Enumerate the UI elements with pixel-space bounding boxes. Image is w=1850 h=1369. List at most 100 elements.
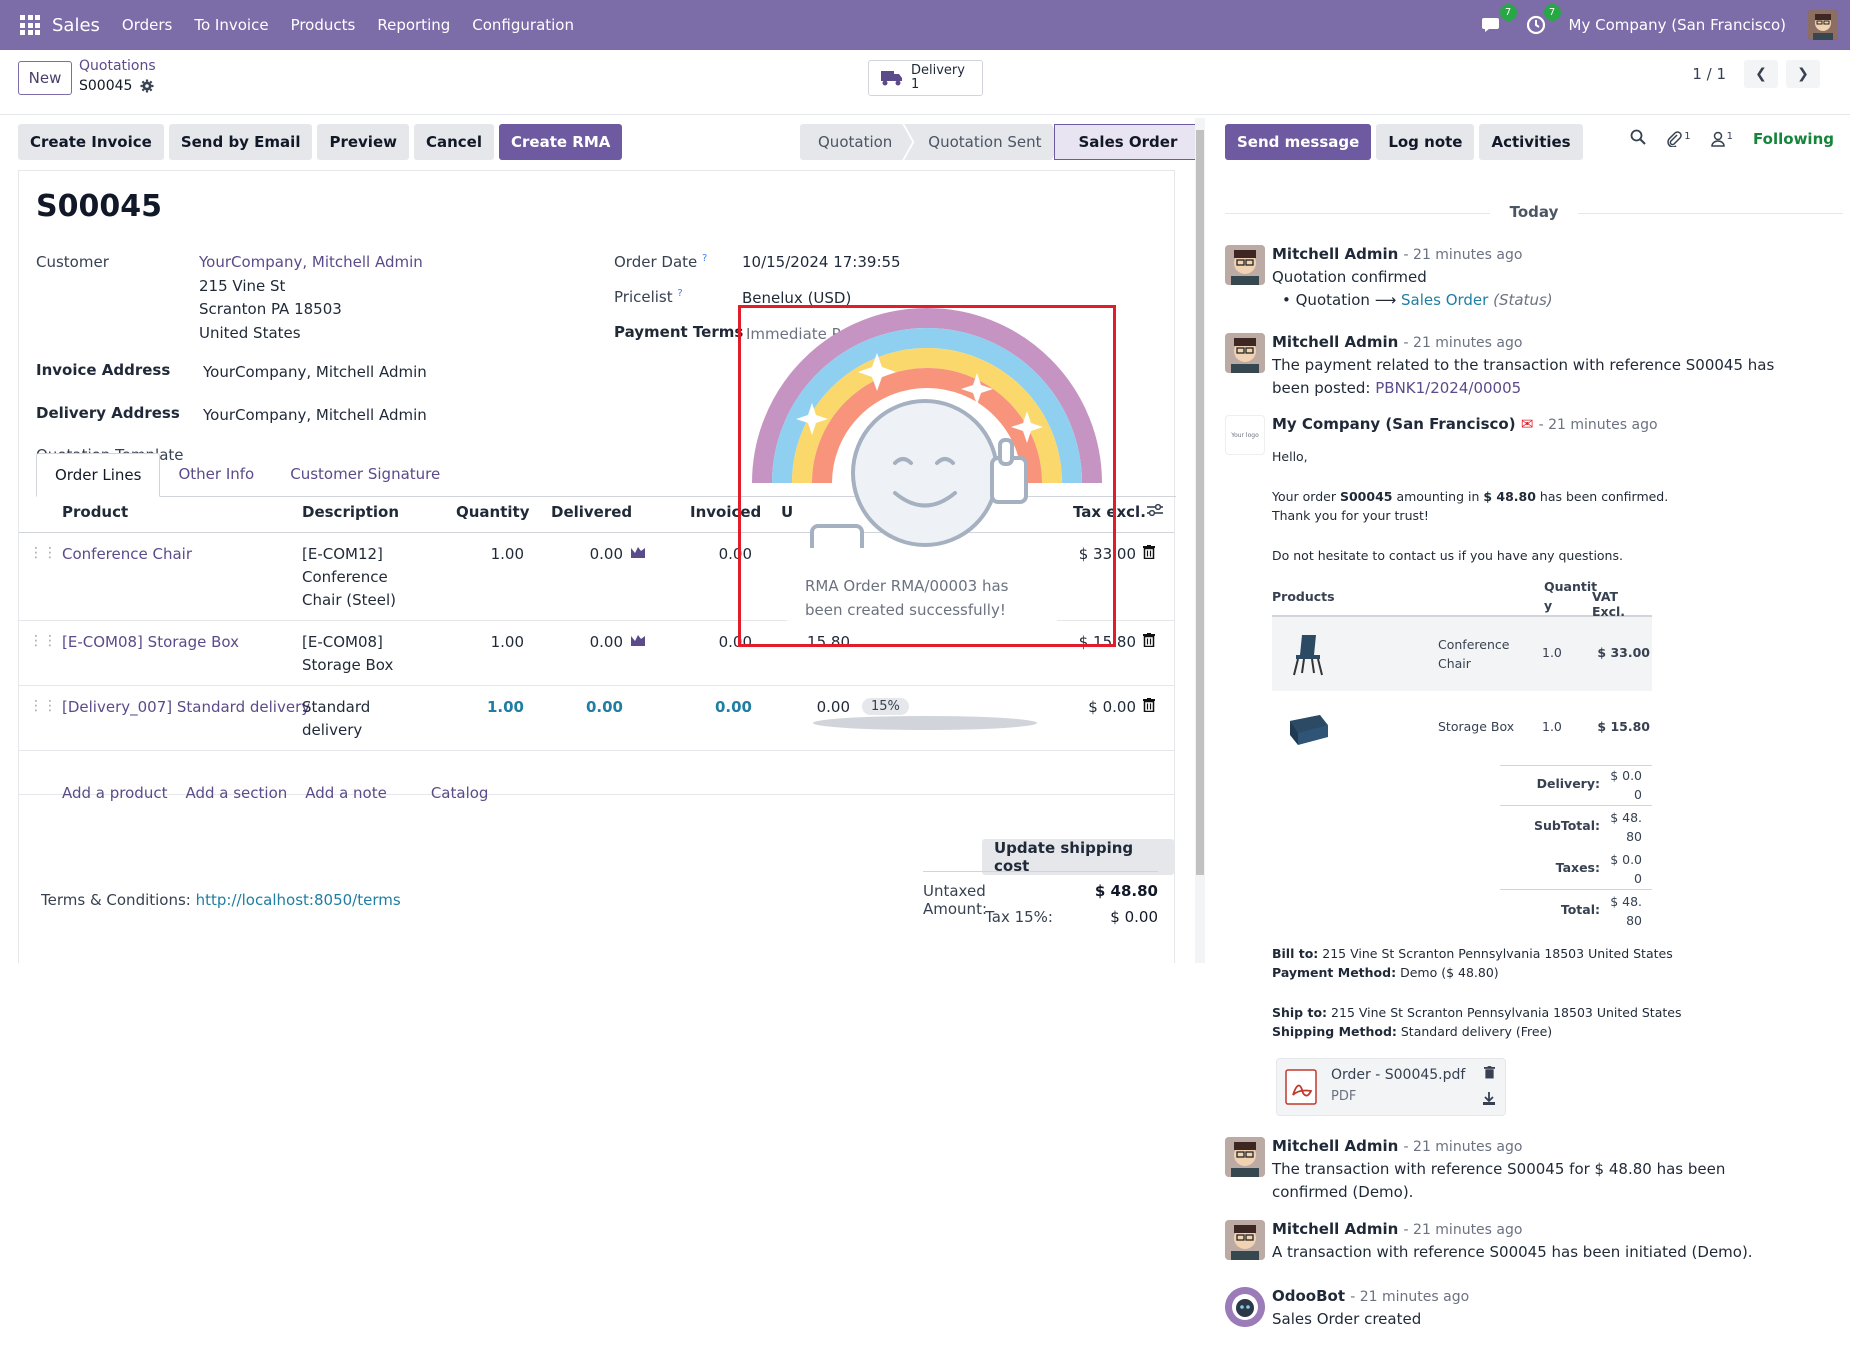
drag-handle-icon[interactable]: ⋮⋮ xyxy=(29,698,57,714)
stage-quotation[interactable]: Quotation xyxy=(800,124,912,160)
email-delivery-row: Delivery: $ 0.0 0 xyxy=(1500,766,1652,806)
line-desc-3[interactable]: Chair (Steel) xyxy=(302,591,396,609)
delivery-address-field[interactable]: YourCompany, Mitchell Admin xyxy=(203,404,427,427)
user-avatar[interactable] xyxy=(1808,10,1838,40)
attachment-card[interactable]: Order - S00045.pdf PDF xyxy=(1276,1058,1506,1116)
message-body: The payment related to the transaction w… xyxy=(1272,354,1792,400)
new-button[interactable]: New xyxy=(18,61,72,95)
attachments-button[interactable]: 1 xyxy=(1666,131,1691,147)
pager-value[interactable]: 1 / 1 xyxy=(1692,65,1726,83)
followers-button[interactable]: 1 xyxy=(1710,131,1733,147)
col-description[interactable]: Description xyxy=(302,503,399,521)
line-desc-2[interactable]: Storage Box xyxy=(302,656,393,674)
update-shipping-button[interactable]: Update shipping cost xyxy=(982,839,1174,875)
main-menu: Orders To Invoice Products Reporting Con… xyxy=(122,16,574,34)
avatar[interactable] xyxy=(1225,1220,1265,1260)
pager-next-button[interactable]: ❯ xyxy=(1786,60,1820,88)
customer-link[interactable]: YourCompany, Mitchell Admin xyxy=(199,251,423,274)
app-brand[interactable]: Sales xyxy=(52,15,100,36)
terms-link[interactable]: http://localhost:8050/terms xyxy=(196,891,401,909)
form-scrollbar-thumb[interactable] xyxy=(1196,130,1204,875)
send-message-button[interactable]: Send message xyxy=(1225,124,1372,160)
line-desc-1[interactable]: Standard xyxy=(302,698,370,716)
line-desc-2[interactable]: delivery xyxy=(302,721,362,739)
stage-sales-order[interactable]: Sales Order xyxy=(1053,124,1199,160)
drag-handle-icon[interactable]: ⋮⋮ xyxy=(29,545,57,561)
messages-icon[interactable]: 7 xyxy=(1481,4,1517,36)
download-icon[interactable] xyxy=(1483,1091,1495,1109)
line-delivered[interactable]: 0.00 xyxy=(590,545,623,563)
tax-badge[interactable]: 15% xyxy=(862,698,909,715)
menu-reporting[interactable]: Reporting xyxy=(377,16,450,34)
col-product[interactable]: Product xyxy=(62,503,128,521)
line-product[interactable]: [E-COM08] Storage Box xyxy=(62,633,239,651)
activities-clock-icon[interactable]: 7 xyxy=(1525,4,1561,36)
column-settings-icon[interactable] xyxy=(1147,503,1163,521)
avatar[interactable] xyxy=(1225,333,1265,373)
log-note-button[interactable]: Log note xyxy=(1376,124,1475,160)
send-by-email-button[interactable]: Send by Email xyxy=(168,124,313,160)
trash-icon[interactable] xyxy=(1484,1065,1495,1083)
preview-button[interactable]: Preview xyxy=(317,124,409,160)
stage-quotation-sent[interactable]: Quotation Sent xyxy=(904,124,1061,160)
create-rma-button[interactable]: Create RMA xyxy=(499,124,623,160)
drag-handle-icon[interactable]: ⋮⋮ xyxy=(29,633,57,649)
tracking-old: Quotation xyxy=(1295,291,1370,309)
trash-icon[interactable] xyxy=(1143,545,1155,563)
author-name[interactable]: Mitchell Admin xyxy=(1272,245,1398,263)
apps-grid-icon[interactable] xyxy=(20,15,40,35)
company-switcher[interactable]: My Company (San Francisco) xyxy=(1569,16,1786,34)
create-invoice-button[interactable]: Create Invoice xyxy=(18,124,164,160)
tab-other-info[interactable]: Other Info xyxy=(160,453,272,496)
breadcrumb-quotations[interactable]: Quotations xyxy=(79,58,156,74)
following-button[interactable]: Following xyxy=(1753,130,1834,148)
menu-orders[interactable]: Orders xyxy=(122,16,172,34)
line-desc-1[interactable]: [E-COM08] xyxy=(302,633,383,651)
untaxed-row: Untaxed Amount: $ 48.80 xyxy=(923,872,1158,918)
order-date-field[interactable]: 10/15/2024 17:39:55 xyxy=(742,251,901,274)
line-quantity[interactable]: 1.00 xyxy=(491,545,524,563)
customer-street: 215 Vine St xyxy=(199,277,286,295)
line-desc-2[interactable]: Conference xyxy=(302,568,388,586)
avatar[interactable] xyxy=(1225,1137,1265,1177)
cancel-button[interactable]: Cancel xyxy=(413,124,494,160)
line-product[interactable]: Conference Chair xyxy=(62,545,192,563)
avatar[interactable] xyxy=(1225,245,1265,285)
line-delivered[interactable]: 0.00 xyxy=(586,698,623,716)
col-quantity[interactable]: Quantity xyxy=(456,503,530,521)
author-name[interactable]: My Company (San Francisco) xyxy=(1272,415,1516,433)
tab-customer-signature[interactable]: Customer Signature xyxy=(272,453,458,496)
add-note-link[interactable]: Add a note xyxy=(305,784,387,802)
pager-previous-button[interactable]: ❮ xyxy=(1744,60,1778,88)
trash-icon[interactable] xyxy=(1143,633,1155,651)
forecast-chart-icon[interactable] xyxy=(630,633,646,651)
form-scrollbar[interactable] xyxy=(1195,118,1205,963)
line-quantity[interactable]: 1.00 xyxy=(487,698,524,716)
add-product-link[interactable]: Add a product xyxy=(62,784,167,802)
menu-configuration[interactable]: Configuration xyxy=(472,16,574,34)
search-icon[interactable] xyxy=(1630,129,1647,149)
activities-button[interactable]: Activities xyxy=(1479,124,1583,160)
author-name[interactable]: Mitchell Admin xyxy=(1272,1137,1398,1155)
author-name[interactable]: Mitchell Admin xyxy=(1272,333,1398,351)
line-quantity[interactable]: 1.00 xyxy=(491,633,524,651)
payment-link[interactable]: PBNK1/2024/00005 xyxy=(1375,379,1521,397)
author-name[interactable]: OdooBot xyxy=(1272,1287,1345,1305)
line-delivered[interactable]: 0.00 xyxy=(590,633,623,651)
line-desc-1[interactable]: [E-COM12] xyxy=(302,545,383,563)
invoice-address-field[interactable]: YourCompany, Mitchell Admin xyxy=(203,361,427,384)
odoobot-avatar[interactable] xyxy=(1225,1287,1265,1327)
menu-products[interactable]: Products xyxy=(291,16,356,34)
order-date-label-text: Order Date xyxy=(614,253,698,271)
gear-icon[interactable] xyxy=(140,79,154,93)
author-name[interactable]: Mitchell Admin xyxy=(1272,1220,1398,1238)
col-delivered[interactable]: Delivered xyxy=(551,503,632,521)
line-product[interactable]: [Delivery_007] Standard delivery xyxy=(62,698,310,716)
add-section-link[interactable]: Add a section xyxy=(185,784,287,802)
catalog-link[interactable]: Catalog xyxy=(431,784,489,802)
trash-icon[interactable] xyxy=(1143,698,1155,716)
line-unit-price[interactable]: 0.00 xyxy=(817,698,850,716)
delivery-smart-button[interactable]: Delivery 1 xyxy=(868,60,983,96)
menu-to-invoice[interactable]: To Invoice xyxy=(194,16,268,34)
forecast-chart-icon[interactable] xyxy=(630,545,646,563)
